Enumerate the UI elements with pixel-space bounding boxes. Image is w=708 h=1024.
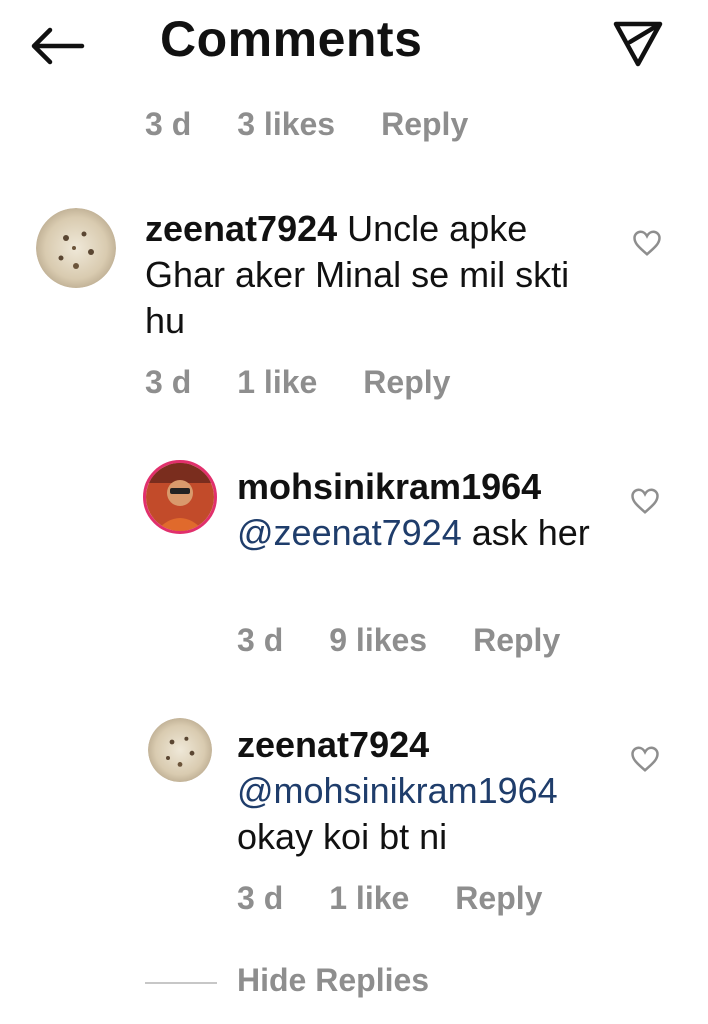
comment-likes[interactable]: 1 like (329, 880, 409, 917)
reply-button[interactable]: Reply (381, 106, 468, 143)
reply-button[interactable]: Reply (363, 364, 450, 401)
previous-comment-meta: 3 d 3 likes Reply (145, 106, 468, 143)
comment-body: ask her (461, 512, 590, 553)
comment-likes[interactable]: 3 likes (237, 106, 335, 143)
comment-meta: 3 d 1 like Reply (145, 364, 450, 401)
comment-time: 3 d (237, 880, 284, 916)
avatar[interactable] (36, 208, 116, 288)
comment-text: zeenat7924 Uncle apke Ghar aker Minal se… (145, 206, 585, 344)
comment-body: okay koi bt ni (237, 816, 448, 857)
reply-button[interactable]: Reply (473, 622, 560, 659)
header-bar: Comments (0, 0, 708, 95)
avatar[interactable] (148, 718, 212, 782)
comment-time: 3 d (145, 106, 192, 142)
comment-time: 3 d (237, 622, 284, 658)
avatar[interactable] (143, 460, 217, 534)
comment-time: 3 d (145, 364, 192, 400)
share-button[interactable] (612, 18, 664, 70)
like-heart-icon[interactable] (632, 228, 662, 258)
reply-button[interactable]: Reply (455, 880, 542, 917)
page-title: Comments (160, 11, 423, 67)
comment-text: mohsinikram1964 @zeenat7924 ask her (237, 464, 607, 556)
paper-plane-icon (613, 21, 663, 67)
back-button[interactable] (30, 22, 90, 70)
comment-meta: 3 d 9 likes Reply (237, 622, 560, 659)
hide-replies-divider (145, 982, 217, 984)
like-heart-icon[interactable] (630, 744, 660, 774)
comments-screen: Comments 3 d 3 likes Reply zeenat7924 Un… (0, 0, 708, 1024)
like-heart-icon[interactable] (630, 486, 660, 516)
comment-likes[interactable]: 1 like (237, 364, 317, 401)
comment-meta: 3 d 1 like Reply (237, 880, 542, 917)
comment-username[interactable]: zeenat7924 (145, 208, 337, 249)
comment-username[interactable]: mohsinikram1964 (237, 466, 541, 507)
comment-likes[interactable]: 9 likes (329, 622, 427, 659)
mention-link[interactable]: @mohsinikram1964 (237, 770, 558, 811)
arrow-left-icon (31, 27, 85, 65)
mention-link[interactable]: @zeenat7924 (237, 512, 462, 553)
comment-text: zeenat7924 @mohsinikram1964 okay koi bt … (237, 722, 617, 860)
comment-username[interactable]: zeenat7924 (237, 724, 429, 765)
hide-replies-button[interactable]: Hide Replies (237, 962, 429, 999)
